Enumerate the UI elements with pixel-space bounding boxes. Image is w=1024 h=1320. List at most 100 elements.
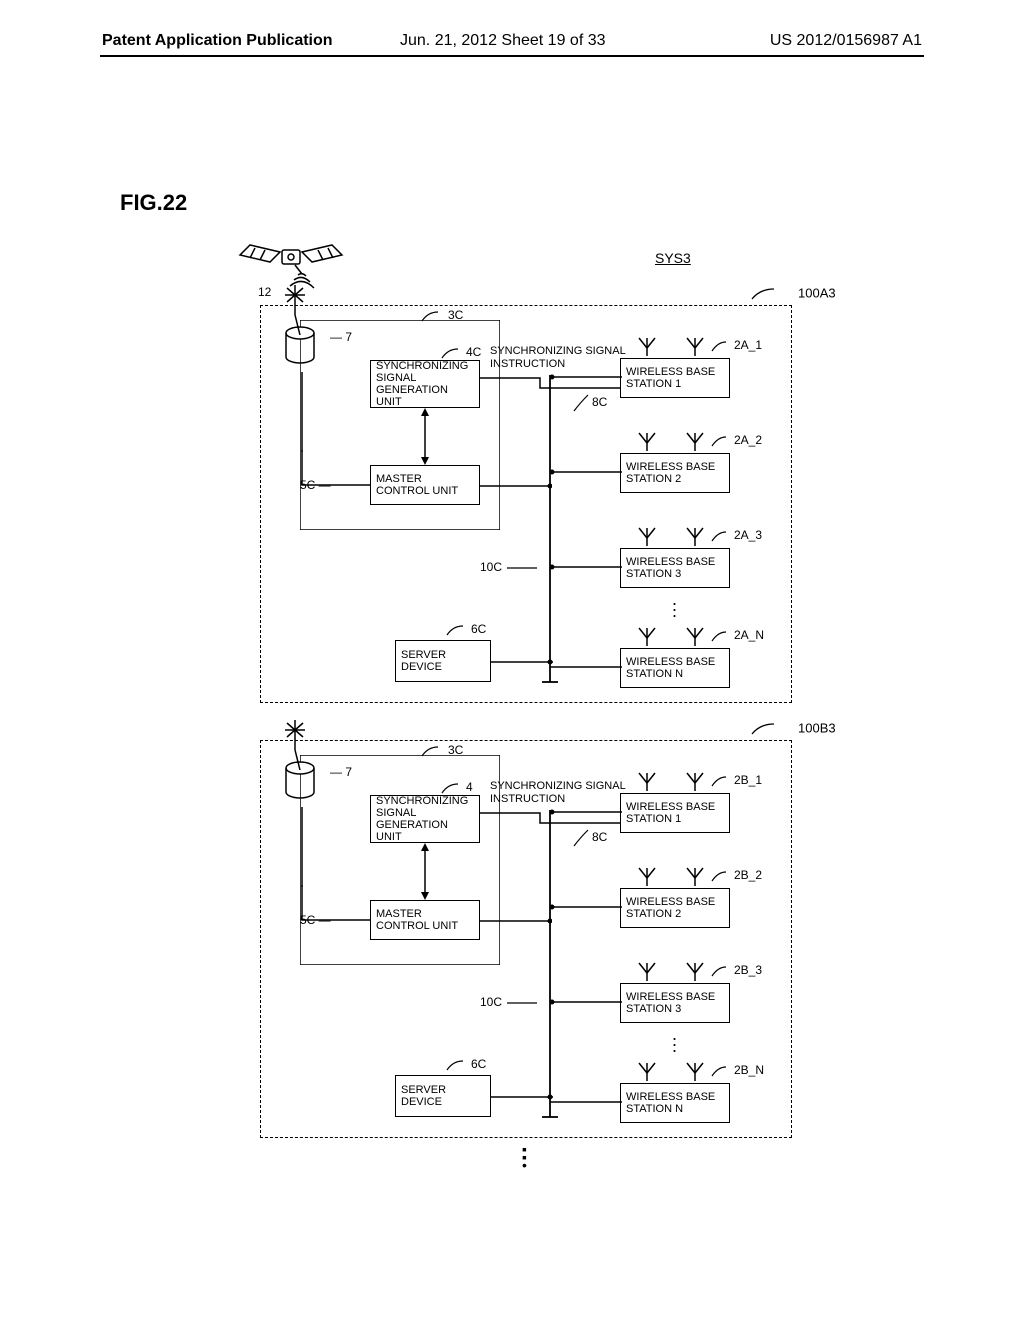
outer-ref-a-text: 3C [448, 308, 463, 322]
figure-label: FIG.22 [120, 190, 187, 216]
base-station-a2-label: WIRELESS BASE STATION 2 [626, 461, 715, 485]
subsystem-b-ref: 100B3 [750, 720, 836, 738]
leader-line-icon [750, 720, 798, 738]
sync-unit-ref-b: 4 [440, 780, 473, 795]
sync-unit-b: SYNCHRONIZING SIGNAL GENERATION UNIT [370, 795, 480, 843]
bs-b1-ref: 2B_1 [710, 773, 762, 788]
bs-bn-link [550, 1098, 622, 1106]
leader-line-icon [710, 774, 734, 788]
outer-ref-b: 3C [420, 743, 463, 758]
leader-line-icon [440, 781, 466, 795]
master-unit-b: MASTER CONTROL UNIT [370, 900, 480, 940]
server-device-a-label: SERVER DEVICE [401, 649, 446, 673]
server-to-bus-a [491, 658, 553, 666]
leader-line-icon [750, 285, 798, 303]
base-station-b1: WIRELESS BASE STATION 1 [620, 793, 730, 833]
leader-line-icon [710, 1064, 734, 1078]
master-to-bus-b [480, 917, 552, 925]
master-unit-a-label: MASTER CONTROL UNIT [376, 473, 458, 497]
system-label: SYS3 [655, 250, 691, 266]
leader-line-icon [710, 869, 734, 883]
satellite-ref: 12 [258, 285, 271, 299]
base-station-b1-label: WIRELESS BASE STATION 1 [626, 801, 715, 825]
gps-antenna-icon-a [280, 280, 310, 320]
bus-b [540, 805, 560, 1125]
subsystem-b-id-text: 100B3 [798, 720, 836, 735]
sync-unit-ref-a: 4C [440, 345, 481, 360]
base-station-bn: WIRELESS BASE STATION N [620, 1083, 730, 1123]
header-right: US 2012/0156987 A1 [770, 32, 922, 50]
bs-b2-ref: 2B_2 [710, 868, 762, 883]
gps-antenna-icon-b [280, 715, 310, 755]
db-ref-a: — 7 [330, 330, 352, 344]
base-station-a1: WIRELESS BASE STATION 1 [620, 358, 730, 398]
bs-b2-link [550, 903, 622, 911]
signal-ref-b: 8C [570, 828, 607, 848]
leader-line-icon [505, 996, 539, 1010]
leader-line-icon [445, 623, 471, 637]
db-to-master-a [300, 450, 372, 490]
leader-line-icon [420, 309, 448, 323]
bs-an-ref: 2A_N [710, 628, 764, 643]
bus-a [540, 370, 560, 690]
gps-link-a [290, 315, 304, 335]
server-device-b-label: SERVER DEVICE [401, 1084, 446, 1108]
header-mid: Jun. 21, 2012 Sheet 19 of 33 [400, 32, 606, 50]
sync-master-arrow-a [415, 408, 435, 465]
base-station-b2-label: WIRELESS BASE STATION 2 [626, 896, 715, 920]
signal-ref-a: 8C [570, 393, 607, 413]
vdots-b: ... [672, 1031, 677, 1049]
sync-master-arrow-b [415, 843, 435, 900]
bs-a1-link [550, 373, 622, 381]
db-ref-b: — 7 [330, 765, 352, 779]
leader-line-icon [710, 629, 734, 643]
bs-an-link [550, 663, 622, 671]
sync-unit-a: SYNCHRONIZING SIGNAL GENERATION UNIT [370, 360, 480, 408]
leader-line-icon [710, 339, 734, 353]
leader-line-icon [710, 434, 734, 448]
base-station-b3-label: WIRELESS BASE STATION 3 [626, 991, 715, 1015]
subsystem-a-ref: 100A3 [750, 285, 836, 303]
sync-unit-b-label: SYNCHRONIZING SIGNAL GENERATION UNIT [376, 795, 474, 843]
leader-line-icon [440, 346, 466, 360]
gps-link-b [290, 750, 304, 770]
signal-label-b: SYNCHRONIZING SIGNAL INSTRUCTION [490, 780, 630, 805]
bs-a2-ref: 2A_2 [710, 433, 762, 448]
bs-a2-link [550, 468, 622, 476]
leader-line-icon [570, 828, 592, 848]
leader-line-icon [445, 1058, 471, 1072]
header-rule [100, 55, 924, 57]
bs-a3-link [550, 563, 622, 571]
db-link-b [295, 807, 309, 887]
base-station-a3-label: WIRELESS BASE STATION 3 [626, 556, 715, 580]
bus-ref-b: 10C [480, 995, 539, 1010]
leader-line-icon [420, 744, 448, 758]
base-station-b3: WIRELESS BASE STATION 3 [620, 983, 730, 1023]
sync-unit-a-label: SYNCHRONIZING SIGNAL GENERATION UNIT [376, 360, 474, 408]
db-to-master-b [300, 885, 372, 925]
header-left: Patent Application Publication [102, 32, 333, 50]
master-unit-b-label: MASTER CONTROL UNIT [376, 908, 458, 932]
base-station-an: WIRELESS BASE STATION N [620, 648, 730, 688]
signal-label-a: SYNCHRONIZING SIGNAL INSTRUCTION [490, 345, 630, 370]
db-link-a [295, 372, 309, 452]
base-station-b2: WIRELESS BASE STATION 2 [620, 888, 730, 928]
leader-line-icon [570, 393, 592, 413]
base-station-a3: WIRELESS BASE STATION 3 [620, 548, 730, 588]
bus-ref-a: 10C [480, 560, 539, 575]
master-to-bus-a [480, 482, 552, 490]
outer-ref-a: 3C [420, 308, 463, 323]
master-unit-a: MASTER CONTROL UNIT [370, 465, 480, 505]
base-station-an-label: WIRELESS BASE STATION N [626, 656, 715, 680]
bs-a1-ref: 2A_1 [710, 338, 762, 353]
bs-bn-ref: 2B_N [710, 1063, 764, 1078]
bs-b3-ref: 2B_3 [710, 963, 762, 978]
server-device-b: SERVER DEVICE [395, 1075, 491, 1117]
server-device-a: SERVER DEVICE [395, 640, 491, 682]
bottom-vdots: ▪▪• [522, 1145, 527, 1169]
server-ref-b: 6C [445, 1057, 486, 1072]
leader-line-icon [505, 561, 539, 575]
base-station-a1-label: WIRELESS BASE STATION 1 [626, 366, 715, 390]
base-station-a2: WIRELESS BASE STATION 2 [620, 453, 730, 493]
leader-line-icon [710, 964, 734, 978]
